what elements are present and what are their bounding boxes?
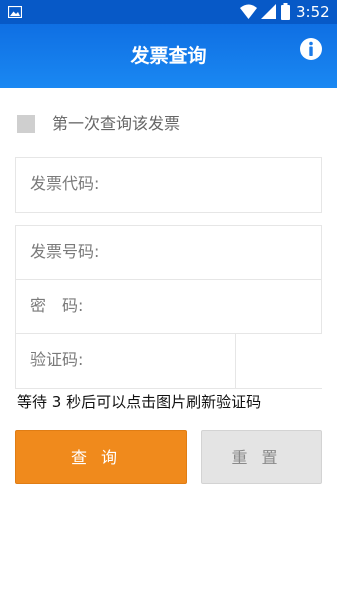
captcha-input[interactable]	[126, 344, 226, 376]
captcha-image[interactable]	[235, 334, 322, 388]
status-bar: 3:52	[0, 0, 337, 24]
app-bar: 发票查询	[0, 24, 337, 88]
invoice-code-label: 发票代码:	[30, 174, 100, 193]
signal-icon	[261, 4, 276, 19]
photo-icon	[8, 6, 22, 18]
invoice-code-input[interactable]	[126, 168, 311, 200]
password-label: 密 码:	[30, 296, 84, 315]
query-button[interactable]: 查询	[15, 430, 187, 484]
first-query-label: 第一次查询该发票	[52, 114, 181, 133]
captcha-label: 验证码:	[30, 350, 84, 369]
first-query-checkbox[interactable]	[17, 115, 35, 133]
wifi-icon	[240, 4, 257, 19]
reset-button[interactable]: 重置	[201, 430, 322, 484]
invoice-number-input[interactable]	[126, 236, 311, 268]
password-input[interactable]	[126, 290, 311, 322]
invoice-code-box: 发票代码:	[15, 157, 322, 213]
captcha-row: 验证码:	[16, 334, 322, 388]
captcha-hint: 等待 3 秒后可以点击图片刷新验证码	[17, 393, 262, 411]
credentials-box: 发票号码: 密 码: 验证码:	[15, 225, 322, 389]
invoice-number-label: 发票号码:	[30, 242, 100, 261]
info-icon[interactable]	[299, 37, 323, 61]
battery-icon	[281, 3, 290, 20]
password-row: 密 码:	[16, 280, 321, 334]
invoice-number-row: 发票号码:	[16, 226, 321, 280]
invoice-code-row: 发票代码:	[16, 158, 321, 212]
status-time: 3:52	[296, 3, 330, 21]
page-title: 发票查询	[130, 45, 207, 67]
